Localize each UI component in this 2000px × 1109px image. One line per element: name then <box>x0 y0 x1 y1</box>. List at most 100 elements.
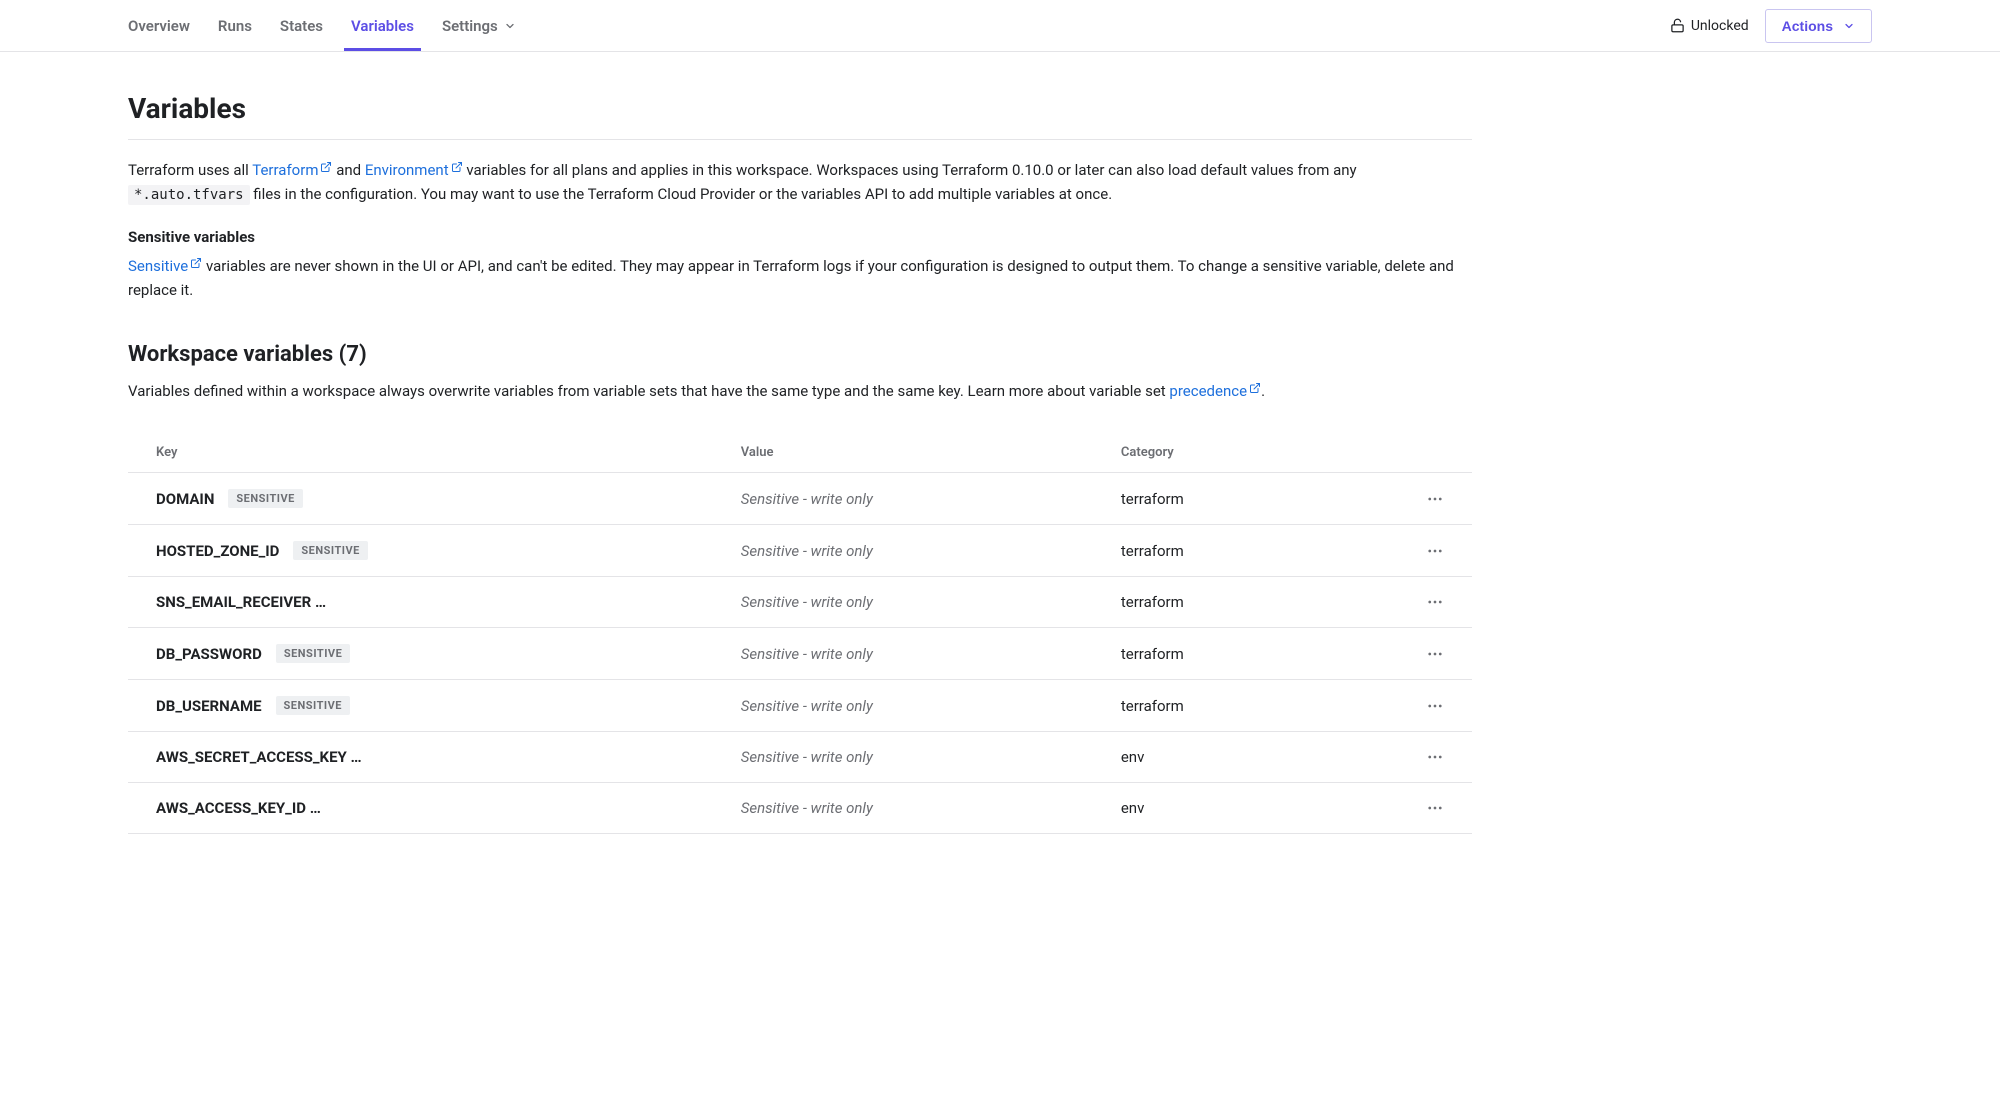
var-key-text: DB_USERNAME <box>156 697 262 715</box>
ws-desc-text: Variables defined within a workspace alw… <box>128 382 1169 400</box>
more-horizontal-icon <box>1426 697 1444 715</box>
tab-variables[interactable]: Variables <box>351 0 414 51</box>
table-row: HOSTED_ZONE_ID SENSITIVE Sensitive - write… <box>128 525 1472 577</box>
row-actions-button[interactable] <box>1384 697 1444 715</box>
sensitive-badge: SENSITIVE <box>228 489 302 508</box>
more-horizontal-icon <box>1426 593 1444 611</box>
var-key-text: AWS_SECRET_ACCESS_KEY … <box>156 748 362 766</box>
more-horizontal-icon <box>1426 490 1444 508</box>
row-actions-button[interactable] <box>1384 593 1444 611</box>
var-key-cell: AWS_SECRET_ACCESS_KEY … <box>156 748 741 766</box>
var-key-text: DB_PASSWORD <box>156 645 262 663</box>
var-key-text: DOMAIN <box>156 490 214 508</box>
var-value-cell: Sensitive - write only <box>741 645 1121 663</box>
row-actions-button[interactable] <box>1384 645 1444 663</box>
external-link-icon <box>190 257 202 269</box>
more-horizontal-icon <box>1426 748 1444 766</box>
table-header: Key Value Category <box>128 433 1472 473</box>
sensitive-text: variables are never shown in the UI or A… <box>128 257 1454 299</box>
external-link-icon <box>320 161 332 173</box>
tab-runs[interactable]: Runs <box>218 0 252 51</box>
header-category: Category <box>1121 445 1384 460</box>
workspace-vars-title: Workspace variables (7) <box>128 342 1472 367</box>
ws-desc-text: . <box>1261 382 1265 400</box>
var-value-cell: Sensitive - write only <box>741 697 1121 715</box>
var-category-cell: terraform <box>1121 593 1384 611</box>
header-key: Key <box>156 445 741 460</box>
var-value-cell: Sensitive - write only <box>741 799 1121 817</box>
topbar-right: Unlocked Actions <box>1670 9 1872 43</box>
more-horizontal-icon <box>1426 542 1444 560</box>
tabs: Overview Runs States Variables Settings <box>128 0 516 51</box>
intro-paragraph: Terraform uses all Terraform and Environ… <box>128 158 1472 206</box>
var-value-cell: Sensitive - write only <box>741 490 1121 508</box>
actions-button-label: Actions <box>1782 18 1833 34</box>
more-horizontal-icon <box>1426 799 1444 817</box>
tab-settings[interactable]: Settings <box>442 0 516 51</box>
page-title: Variables <box>128 92 1472 140</box>
environment-link[interactable]: Environment <box>365 161 463 179</box>
var-key-cell: SNS_EMAIL_RECEIVER … <box>156 593 741 611</box>
table-row: SNS_EMAIL_RECEIVER … Sensitive - write on… <box>128 577 1472 628</box>
intro-text: Terraform uses all <box>128 161 252 179</box>
row-actions-button[interactable] <box>1384 748 1444 766</box>
intro-text: files in the configuration. You may want… <box>250 185 1113 203</box>
var-category-cell: terraform <box>1121 490 1384 508</box>
var-value-cell: Sensitive - write only <box>741 748 1121 766</box>
sensitive-badge: SENSITIVE <box>276 644 350 663</box>
table-row: DOMAIN SENSITIVE Sensitive - write onlyter… <box>128 473 1472 525</box>
tab-settings-label: Settings <box>442 17 498 35</box>
topbar: Overview Runs States Variables Settings … <box>0 0 2000 52</box>
tab-states[interactable]: States <box>280 0 323 51</box>
intro-text: and <box>332 161 364 179</box>
external-link-icon <box>1249 382 1261 394</box>
var-key-cell: HOSTED_ZONE_ID SENSITIVE <box>156 541 741 560</box>
var-key-cell: DB_PASSWORD SENSITIVE <box>156 644 741 663</box>
lock-status: Unlocked <box>1670 18 1749 34</box>
unlock-icon <box>1670 18 1685 33</box>
var-key-cell: AWS_ACCESS_KEY_ID … <box>156 799 741 817</box>
var-category-cell: terraform <box>1121 697 1384 715</box>
var-key-text: SNS_EMAIL_RECEIVER … <box>156 593 326 611</box>
chevron-down-icon <box>504 20 516 32</box>
var-key-text: HOSTED_ZONE_ID <box>156 542 279 560</box>
external-link-icon <box>451 161 463 173</box>
lock-status-label: Unlocked <box>1691 18 1749 34</box>
table-row: AWS_SECRET_ACCESS_KEY … Sensitive - write… <box>128 732 1472 783</box>
more-horizontal-icon <box>1426 645 1444 663</box>
actions-button[interactable]: Actions <box>1765 9 1872 43</box>
table-row: DB_PASSWORD SENSITIVE Sensitive - write on… <box>128 628 1472 680</box>
var-key-text: AWS_ACCESS_KEY_ID … <box>156 799 321 817</box>
sensitive-badge: SENSITIVE <box>276 696 350 715</box>
var-category-cell: env <box>1121 799 1384 817</box>
workspace-vars-desc: Variables defined within a workspace alw… <box>128 379 1472 403</box>
sensitive-heading: Sensitive variables <box>128 228 1472 246</box>
auto-tfvars-code: *.auto.tfvars <box>128 185 250 205</box>
link-text: Sensitive <box>128 257 188 275</box>
variables-table: Key Value Category DOMAIN SENSITIVE Sensit… <box>128 433 1472 834</box>
var-key-cell: DB_USERNAME SENSITIVE <box>156 696 741 715</box>
chevron-down-icon <box>1843 20 1855 32</box>
table-row: DB_USERNAME SENSITIVE Sensitive - write on… <box>128 680 1472 732</box>
var-category-cell: terraform <box>1121 542 1384 560</box>
row-actions-button[interactable] <box>1384 490 1444 508</box>
sensitive-paragraph: Sensitive variables are never shown in t… <box>128 254 1472 302</box>
link-text: precedence <box>1169 382 1247 400</box>
link-text: Environment <box>365 161 449 179</box>
sensitive-link[interactable]: Sensitive <box>128 257 202 275</box>
var-value-cell: Sensitive - write only <box>741 542 1121 560</box>
link-text: Terraform <box>252 161 318 179</box>
table-row: AWS_ACCESS_KEY_ID … Sensitive - write onl… <box>128 783 1472 834</box>
terraform-link[interactable]: Terraform <box>252 161 332 179</box>
var-key-cell: DOMAIN SENSITIVE <box>156 489 741 508</box>
var-value-cell: Sensitive - write only <box>741 593 1121 611</box>
main-content: Variables Terraform uses all Terraform a… <box>0 52 1600 874</box>
sensitive-badge: SENSITIVE <box>293 541 367 560</box>
row-actions-button[interactable] <box>1384 542 1444 560</box>
row-actions-button[interactable] <box>1384 799 1444 817</box>
precedence-link[interactable]: precedence <box>1169 382 1261 400</box>
header-value: Value <box>741 445 1121 460</box>
var-category-cell: terraform <box>1121 645 1384 663</box>
intro-text: variables for all plans and applies in t… <box>463 161 1357 179</box>
tab-overview[interactable]: Overview <box>128 0 190 51</box>
